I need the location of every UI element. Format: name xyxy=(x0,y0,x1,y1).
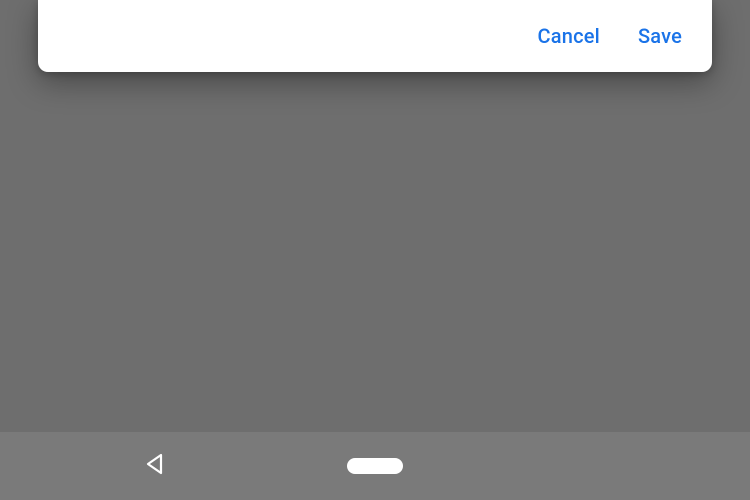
cancel-button[interactable]: Cancel xyxy=(538,24,600,48)
home-pill-button[interactable] xyxy=(347,458,403,474)
nav-spacer xyxy=(570,446,610,486)
dialog-actions: Cancel Save xyxy=(538,24,682,48)
dialog-footer: Cancel Save xyxy=(38,0,712,72)
back-button[interactable] xyxy=(135,446,175,486)
android-nav-bar xyxy=(0,432,750,500)
save-button[interactable]: Save xyxy=(638,24,682,48)
back-triangle-icon xyxy=(143,452,167,480)
